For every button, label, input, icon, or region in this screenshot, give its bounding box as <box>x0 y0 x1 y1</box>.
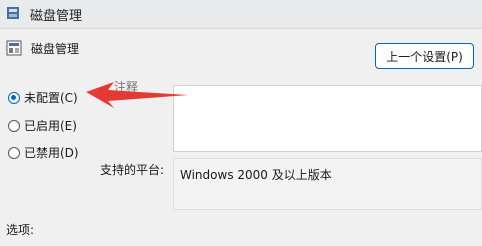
radio-disabled[interactable]: 已禁用(D) <box>8 144 79 161</box>
radio-indicator <box>8 146 20 159</box>
app-icon <box>7 7 19 19</box>
radio-enabled[interactable]: 已启用(E) <box>8 117 77 134</box>
radio-label: 已启用(E) <box>24 119 77 133</box>
previous-setting-button[interactable]: 上一个设置(P) <box>375 43 474 69</box>
supported-platform-label: 支持的平台: <box>100 163 165 177</box>
title-bar: 磁盘管理 <box>0 0 482 29</box>
options-label: 选项: <box>6 223 35 237</box>
radio-checked-indicator <box>8 91 20 104</box>
policy-icon <box>6 40 22 56</box>
comment-textarea[interactable] <box>173 85 482 152</box>
radio-label: 未配置(C) <box>24 91 78 105</box>
radio-indicator <box>8 119 20 132</box>
window-title: 磁盘管理 <box>30 9 83 24</box>
supported-platform-value: Windows 2000 及以上版本 <box>180 168 332 182</box>
radio-not-configured[interactable]: 未配置(C) <box>8 89 78 106</box>
red-arrow-annotation <box>86 82 188 108</box>
policy-title: 磁盘管理 <box>31 42 80 56</box>
radio-label: 已禁用(D) <box>24 146 79 160</box>
